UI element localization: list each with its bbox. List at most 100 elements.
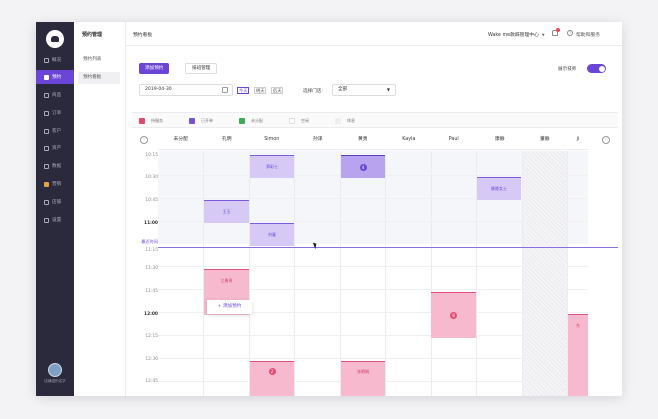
subnav-item-booking-board[interactable]: 预约看板 xyxy=(78,72,120,84)
sidebar-item-booking[interactable]: 预约 xyxy=(36,70,74,84)
sidebar-item-data[interactable]: 数据 xyxy=(36,159,74,173)
subnav-title: 预约管理 xyxy=(82,32,103,38)
day-after-button[interactable]: 后天 xyxy=(271,87,284,94)
time-label: 12:30 xyxy=(145,357,158,362)
column-divider xyxy=(385,151,386,396)
time-label: 11:45 xyxy=(145,289,158,294)
calendar-icon xyxy=(44,74,49,80)
legend-item: 休息 xyxy=(335,118,355,124)
product-icon xyxy=(44,92,49,98)
sidebar-item-product[interactable]: 商品 xyxy=(36,88,74,102)
column-header: Paul xyxy=(431,130,477,150)
legend-label: 未分配 xyxy=(251,118,263,123)
row-divider xyxy=(158,198,588,199)
schedule-button[interactable]: 排班管理 xyxy=(185,63,218,74)
sidebar-item-label: 数据 xyxy=(52,164,62,169)
sidebar-item-customer[interactable]: 客户 xyxy=(36,124,74,138)
legend-label: 待服务 xyxy=(151,118,163,123)
schedule-grid: ‹ › 未分配 孔明 Simon 孙泽 黄勇 Kayla Paul 康静 董静 … xyxy=(132,130,618,396)
appointment-name: 王玉 xyxy=(222,209,231,214)
sidebar-item-overview[interactable]: 概况 xyxy=(36,53,74,67)
chevron-down-icon: ▼ xyxy=(541,33,545,37)
date-picker[interactable]: 2019-04-30 xyxy=(139,84,233,96)
sidebar-item-settings[interactable]: 设置 xyxy=(36,213,74,227)
appointment-card[interactable]: 郑彩士 xyxy=(250,155,294,178)
appointment-card[interactable]: 娜娜女士 xyxy=(477,177,521,200)
shop-label: 选择门店: xyxy=(303,89,323,94)
time-label: 11:30 xyxy=(145,266,158,271)
time-label: 10:15 xyxy=(145,153,158,158)
appointment-card[interactable]: 王玉 xyxy=(204,200,249,223)
legend-label: 空闲 xyxy=(301,118,309,123)
appointment-card[interactable]: 张朝娟 xyxy=(341,361,385,396)
store-icon xyxy=(44,199,49,205)
legend-label: 休息 xyxy=(347,118,355,123)
rest-column xyxy=(522,151,567,396)
column-header: ji xyxy=(568,130,588,150)
sidebar-item-label: 营销 xyxy=(52,182,62,187)
marketing-icon xyxy=(44,181,49,187)
legend-item: 已开单 xyxy=(189,118,213,124)
current-time-line xyxy=(158,247,618,248)
legend-swatch xyxy=(335,118,341,124)
sidebar-item-store[interactable]: 店铺 xyxy=(36,195,74,209)
sidebar-item-marketing[interactable]: 营销 xyxy=(36,177,74,191)
appointment-name: 郑彩士 xyxy=(266,164,278,169)
add-appointment-popup[interactable]: + 添加预约 xyxy=(207,300,252,314)
appointment-name: 娜娜女士 xyxy=(491,186,507,191)
prev-column-icon[interactable]: ‹ xyxy=(140,136,148,144)
column-divider xyxy=(431,151,432,396)
tomorrow-button[interactable]: 明天 xyxy=(254,87,267,94)
sidebar-item-label: 设置 xyxy=(52,218,62,223)
row-divider xyxy=(158,358,588,359)
next-column-icon[interactable]: › xyxy=(602,136,610,144)
main-sidebar: 概况 预约 商品 订单 客户 资产 数据 营销 店铺 设置 店铺组织名字 xyxy=(36,22,74,396)
column-header: Simon xyxy=(249,130,295,150)
appointment-name: 张朝娟 xyxy=(357,369,369,374)
shop-select-value: 全部 xyxy=(338,87,348,92)
appointment-count-badge: 2 xyxy=(268,368,276,375)
appointment-card[interactable]: 刘童 xyxy=(250,223,294,246)
current-time-label: 最近时间 xyxy=(141,239,158,244)
time-label: 11:00 xyxy=(144,221,158,226)
legend-swatch xyxy=(139,118,145,124)
schedule-body: 郑彩士 4 娜娜女士 王玉 刘童 江勇泉 8 东 2 张朝娟 xyxy=(158,151,588,396)
appointment-name: 刘童 xyxy=(268,232,276,237)
subnav-item-booking-list[interactable]: 预约列表 xyxy=(78,54,120,66)
sidebar-item-label: 店铺 xyxy=(52,200,62,205)
sidebar-item-asset[interactable]: 资产 xyxy=(36,141,74,155)
help-link[interactable]: 帮助和服务 xyxy=(576,31,600,38)
column-header: 未分配 xyxy=(158,130,204,150)
column-divider xyxy=(340,151,341,396)
help-icon[interactable]: ? xyxy=(567,30,573,36)
caret-down-icon: ▼ xyxy=(386,87,390,92)
show-tech-toggle[interactable] xyxy=(587,64,606,73)
logo-icon[interactable] xyxy=(46,30,64,48)
shop-select[interactable]: 全部 ▼ xyxy=(332,84,396,96)
row-divider xyxy=(158,335,588,336)
customer-icon xyxy=(44,128,49,134)
avatar[interactable] xyxy=(48,363,62,377)
app-window: 概况 预约 商品 订单 客户 资产 数据 营销 店铺 设置 店铺组织名字 预约管… xyxy=(36,22,622,396)
legend-swatch xyxy=(239,118,245,124)
appointment-card[interactable]: 4 xyxy=(341,155,385,178)
column-divider xyxy=(522,151,523,396)
time-label: 10:45 xyxy=(145,198,158,203)
sidebar-item-label: 资产 xyxy=(52,146,62,151)
legend-item: 未分配 xyxy=(239,118,263,124)
legend-label: 已开单 xyxy=(201,118,213,123)
appointment-card[interactable]: 8 xyxy=(431,292,476,338)
sidebar-item-order[interactable]: 订单 xyxy=(36,106,74,120)
sidebar-item-label: 客户 xyxy=(52,129,62,134)
column-header: 孔明 xyxy=(204,130,250,150)
today-button[interactable]: 今天 xyxy=(237,87,250,94)
store-switcher[interactable]: Wake me款辞管理中心 ▼ xyxy=(488,31,545,38)
appointment-card[interactable]: 2 xyxy=(250,361,294,396)
appointment-card[interactable]: 东 xyxy=(568,314,588,396)
add-booking-button[interactable]: 添加预约 xyxy=(139,63,170,74)
time-label: 11:15 xyxy=(145,248,158,253)
legend: 待服务 已开单 未分配 空闲 休息 xyxy=(132,112,618,128)
column-header: 董静 xyxy=(522,130,568,150)
asset-icon xyxy=(44,145,49,151)
date-value: 2019-04-30 xyxy=(145,87,172,92)
